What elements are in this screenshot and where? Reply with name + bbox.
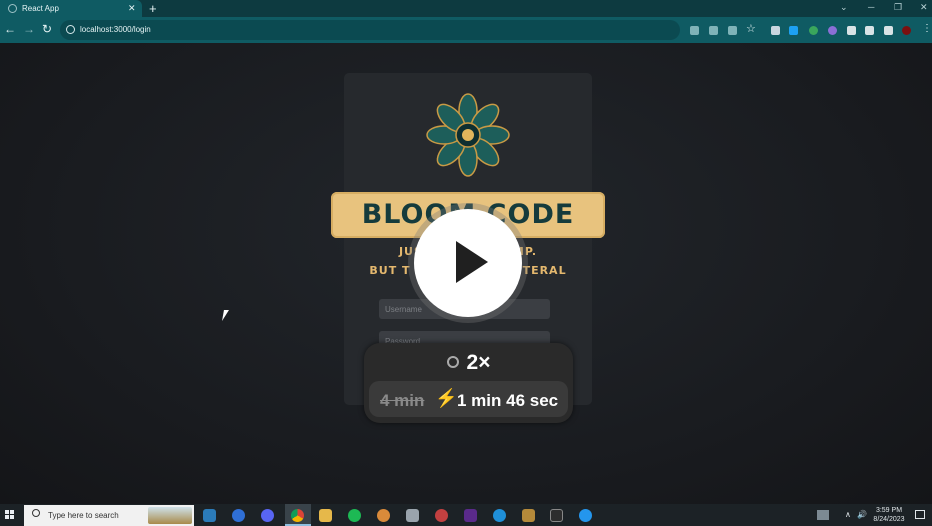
chevron-up-icon[interactable]: ∧ — [845, 510, 851, 519]
reading-list-icon[interactable] — [865, 26, 874, 35]
tab-close-icon[interactable]: ✕ — [128, 3, 136, 14]
file-explorer-icon[interactable] — [319, 509, 332, 522]
tray-app-icon[interactable] — [817, 510, 829, 520]
install-icon[interactable] — [709, 26, 718, 35]
search-icon — [32, 509, 40, 517]
search-highlight-image — [148, 507, 192, 524]
tab-title: React App — [22, 4, 59, 13]
speed-gauge-icon — [446, 356, 459, 368]
speed-multiplier: 2× — [466, 351, 491, 374]
key-icon[interactable] — [690, 26, 699, 35]
shield-extension-icon[interactable] — [771, 26, 780, 35]
app-icon[interactable] — [232, 509, 245, 522]
taskbar-search-box[interactable]: Type here to search — [24, 505, 194, 526]
edge-icon[interactable] — [493, 509, 506, 522]
puzzle-extensions-icon[interactable] — [847, 26, 856, 35]
globe-icon — [8, 4, 17, 13]
lightning-icon: ⚡ — [435, 388, 458, 408]
intellij-icon[interactable] — [464, 509, 477, 522]
git-icon[interactable] — [522, 509, 535, 522]
duration-row: 4 min ⚡ 1 min 46 sec — [369, 381, 568, 417]
windows-start-icon[interactable] — [5, 510, 15, 520]
clock-date: 8/24/2023 — [873, 516, 905, 523]
green-extension-icon[interactable] — [809, 26, 818, 35]
speed-row: 2× — [364, 351, 573, 375]
address-toolbar: ← → ↻ localhost:3000/login ☆ ⋮ — [0, 17, 932, 43]
tab-react-app[interactable]: React App ✕ — [0, 0, 142, 17]
purple-extension-icon[interactable] — [828, 26, 837, 35]
site-info-icon[interactable] — [66, 25, 75, 34]
browser-icon[interactable] — [377, 509, 390, 522]
forward-button[interactable]: → — [23, 23, 35, 35]
app-icon-2[interactable] — [406, 509, 419, 522]
share-icon[interactable] — [728, 26, 737, 35]
reload-button[interactable]: ↻ — [42, 23, 52, 35]
maximize-button[interactable]: ❐ — [894, 2, 902, 13]
bird-extension-icon[interactable] — [789, 26, 798, 35]
address-bar[interactable]: localhost:3000/login — [60, 20, 680, 40]
original-duration: 4 min — [380, 391, 425, 410]
spotify-icon[interactable] — [348, 509, 361, 522]
url-text[interactable]: localhost:3000/login — [80, 25, 151, 34]
play-button[interactable] — [414, 209, 522, 317]
side-panel-icon[interactable] — [884, 26, 893, 35]
playback-speed-panel: 2× 4 min ⚡ 1 min 46 sec — [364, 343, 573, 423]
taskbar-clock[interactable]: 3:59 PM 8/24/2023 — [866, 506, 912, 524]
play-icon — [456, 241, 488, 283]
docker-icon[interactable] — [579, 509, 592, 522]
terminal-icon[interactable] — [550, 509, 563, 522]
window-close-button[interactable]: ✕ — [920, 2, 928, 13]
new-duration: 1 min 46 sec — [457, 391, 559, 410]
menu-dots-icon[interactable]: ⋮ — [922, 23, 932, 35]
minimize-button[interactable]: ─ — [868, 2, 874, 12]
chrome-icon[interactable] — [291, 509, 304, 522]
chevron-down-icon[interactable]: ⌄ — [840, 2, 848, 13]
notifications-icon[interactable] — [915, 510, 925, 519]
steam-icon[interactable] — [203, 509, 216, 522]
clock-time: 3:59 PM — [875, 507, 903, 514]
bookmark-star-icon[interactable]: ☆ — [746, 23, 756, 35]
back-button[interactable]: ← — [4, 23, 16, 35]
flower-logo-icon — [426, 93, 510, 177]
app-icon-3[interactable] — [435, 509, 448, 522]
new-tab-button[interactable]: + — [149, 1, 157, 16]
search-placeholder[interactable]: Type here to search — [48, 511, 119, 520]
avatar[interactable] — [902, 26, 911, 35]
windows-taskbar: Type here to search ∧ 🔊 3:59 PM 8/24/202… — [0, 504, 932, 526]
discord-icon[interactable] — [261, 509, 274, 522]
tab-strip: React App ✕ + ⌄ ─ ❐ ✕ — [0, 0, 932, 17]
